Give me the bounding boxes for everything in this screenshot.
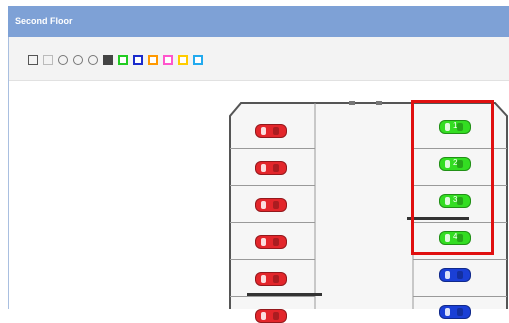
flag-cyan-icon[interactable] [193,55,203,65]
car-right-6[interactable] [439,305,471,319]
car-left-5[interactable] [255,272,287,286]
car-left-2[interactable] [255,161,287,175]
floor-map-canvas[interactable]: 1234 [9,81,509,323]
zoom-reset-icon[interactable] [88,55,98,65]
flag-blue-icon[interactable] [133,55,143,65]
top-vent-2 [376,101,382,105]
stall-line-left [230,222,315,223]
window-title: Second Floor [15,16,73,26]
car-left-4[interactable] [255,235,287,249]
note-icon[interactable] [103,55,113,65]
car-left-6[interactable] [255,309,287,323]
flag-pink-icon[interactable] [163,55,173,65]
toolbar [9,37,509,81]
stall-line-right [413,296,507,297]
stall-line-left [230,185,315,186]
window-titlebar: Second Floor [8,6,509,37]
select-icon[interactable] [43,55,53,65]
zoom-out-icon[interactable] [73,55,83,65]
zoom-in-icon[interactable] [58,55,68,65]
stall-line-right [413,259,507,260]
pillar-bar [247,293,322,296]
selection-highlight [411,100,494,255]
stall-line-left [230,296,315,297]
flag-yellow-icon[interactable] [178,55,188,65]
flag-green-icon[interactable] [118,55,128,65]
flag-orange-icon[interactable] [148,55,158,65]
car-left-1[interactable] [255,124,287,138]
stall-line-left [230,148,315,149]
top-vent [349,101,355,105]
stall-line-left [230,259,315,260]
car-left-3[interactable] [255,198,287,212]
car-right-5[interactable] [439,268,471,282]
edit-icon[interactable] [28,55,38,65]
